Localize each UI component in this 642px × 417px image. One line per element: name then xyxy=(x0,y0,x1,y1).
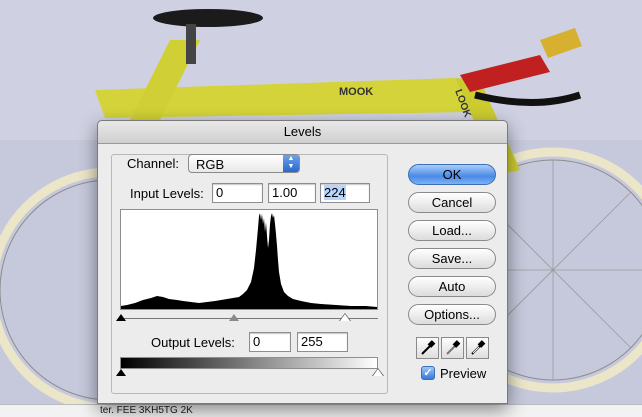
input-gamma-slider-handle[interactable] xyxy=(229,314,239,321)
input-black-slider-handle[interactable] xyxy=(116,314,126,321)
black-point-eyedropper-icon xyxy=(421,340,436,355)
white-eyedropper-button[interactable] xyxy=(466,337,489,359)
white-point-eyedropper-icon xyxy=(471,340,486,355)
histogram-panel xyxy=(120,209,378,310)
output-black-slider-handle[interactable] xyxy=(116,369,126,376)
input-white-slider-handle[interactable] xyxy=(340,314,350,321)
auto-button[interactable]: Auto xyxy=(408,276,496,297)
gray-eyedropper-button[interactable] xyxy=(441,337,464,359)
output-black-field[interactable]: 0 xyxy=(249,332,291,352)
input-black-field[interactable]: 0 xyxy=(212,183,263,203)
channel-select-value: RGB xyxy=(196,157,225,172)
input-white-value: 224 xyxy=(324,185,346,200)
channel-select[interactable]: RGB ▲ ▼ xyxy=(188,154,300,173)
input-gamma-value: 1.00 xyxy=(272,185,298,200)
output-white-field[interactable]: 255 xyxy=(297,332,348,352)
select-arrows-icon: ▲ ▼ xyxy=(283,155,299,172)
output-white-value: 255 xyxy=(301,334,323,349)
gray-point-eyedropper-icon xyxy=(446,340,461,355)
checkmark-icon: ✓ xyxy=(423,367,433,379)
bottom-status-strip: ter. FEE 3KH5TG 2K xyxy=(0,404,642,417)
options-button[interactable]: Options... xyxy=(408,304,496,325)
output-white-slider-handle[interactable] xyxy=(373,369,383,376)
save-button[interactable]: Save... xyxy=(408,248,496,269)
preview-checkbox[interactable]: ✓ xyxy=(421,366,435,380)
frame-decal-mook: MOOK xyxy=(339,86,374,98)
output-gradient-bar xyxy=(120,357,378,369)
input-black-value: 0 xyxy=(216,185,224,200)
ok-button[interactable]: OK xyxy=(408,164,496,185)
input-levels-label: Input Levels: xyxy=(130,186,204,201)
input-gamma-field[interactable]: 1.00 xyxy=(268,183,316,203)
preview-label: Preview xyxy=(440,366,487,381)
output-black-value: 0 xyxy=(253,334,261,349)
input-white-field[interactable]: 224 xyxy=(320,183,370,203)
channel-label: Channel: xyxy=(127,156,180,171)
output-levels-label: Output Levels: xyxy=(151,335,235,350)
bottom-strip-text: ter. FEE 3KH5TG 2K xyxy=(100,405,193,416)
cancel-button[interactable]: Cancel xyxy=(408,192,496,213)
histogram-graph xyxy=(121,213,377,309)
load-button[interactable]: Load... xyxy=(408,220,496,241)
black-eyedropper-button[interactable] xyxy=(416,337,439,359)
dialog-title[interactable]: Levels xyxy=(98,121,507,144)
